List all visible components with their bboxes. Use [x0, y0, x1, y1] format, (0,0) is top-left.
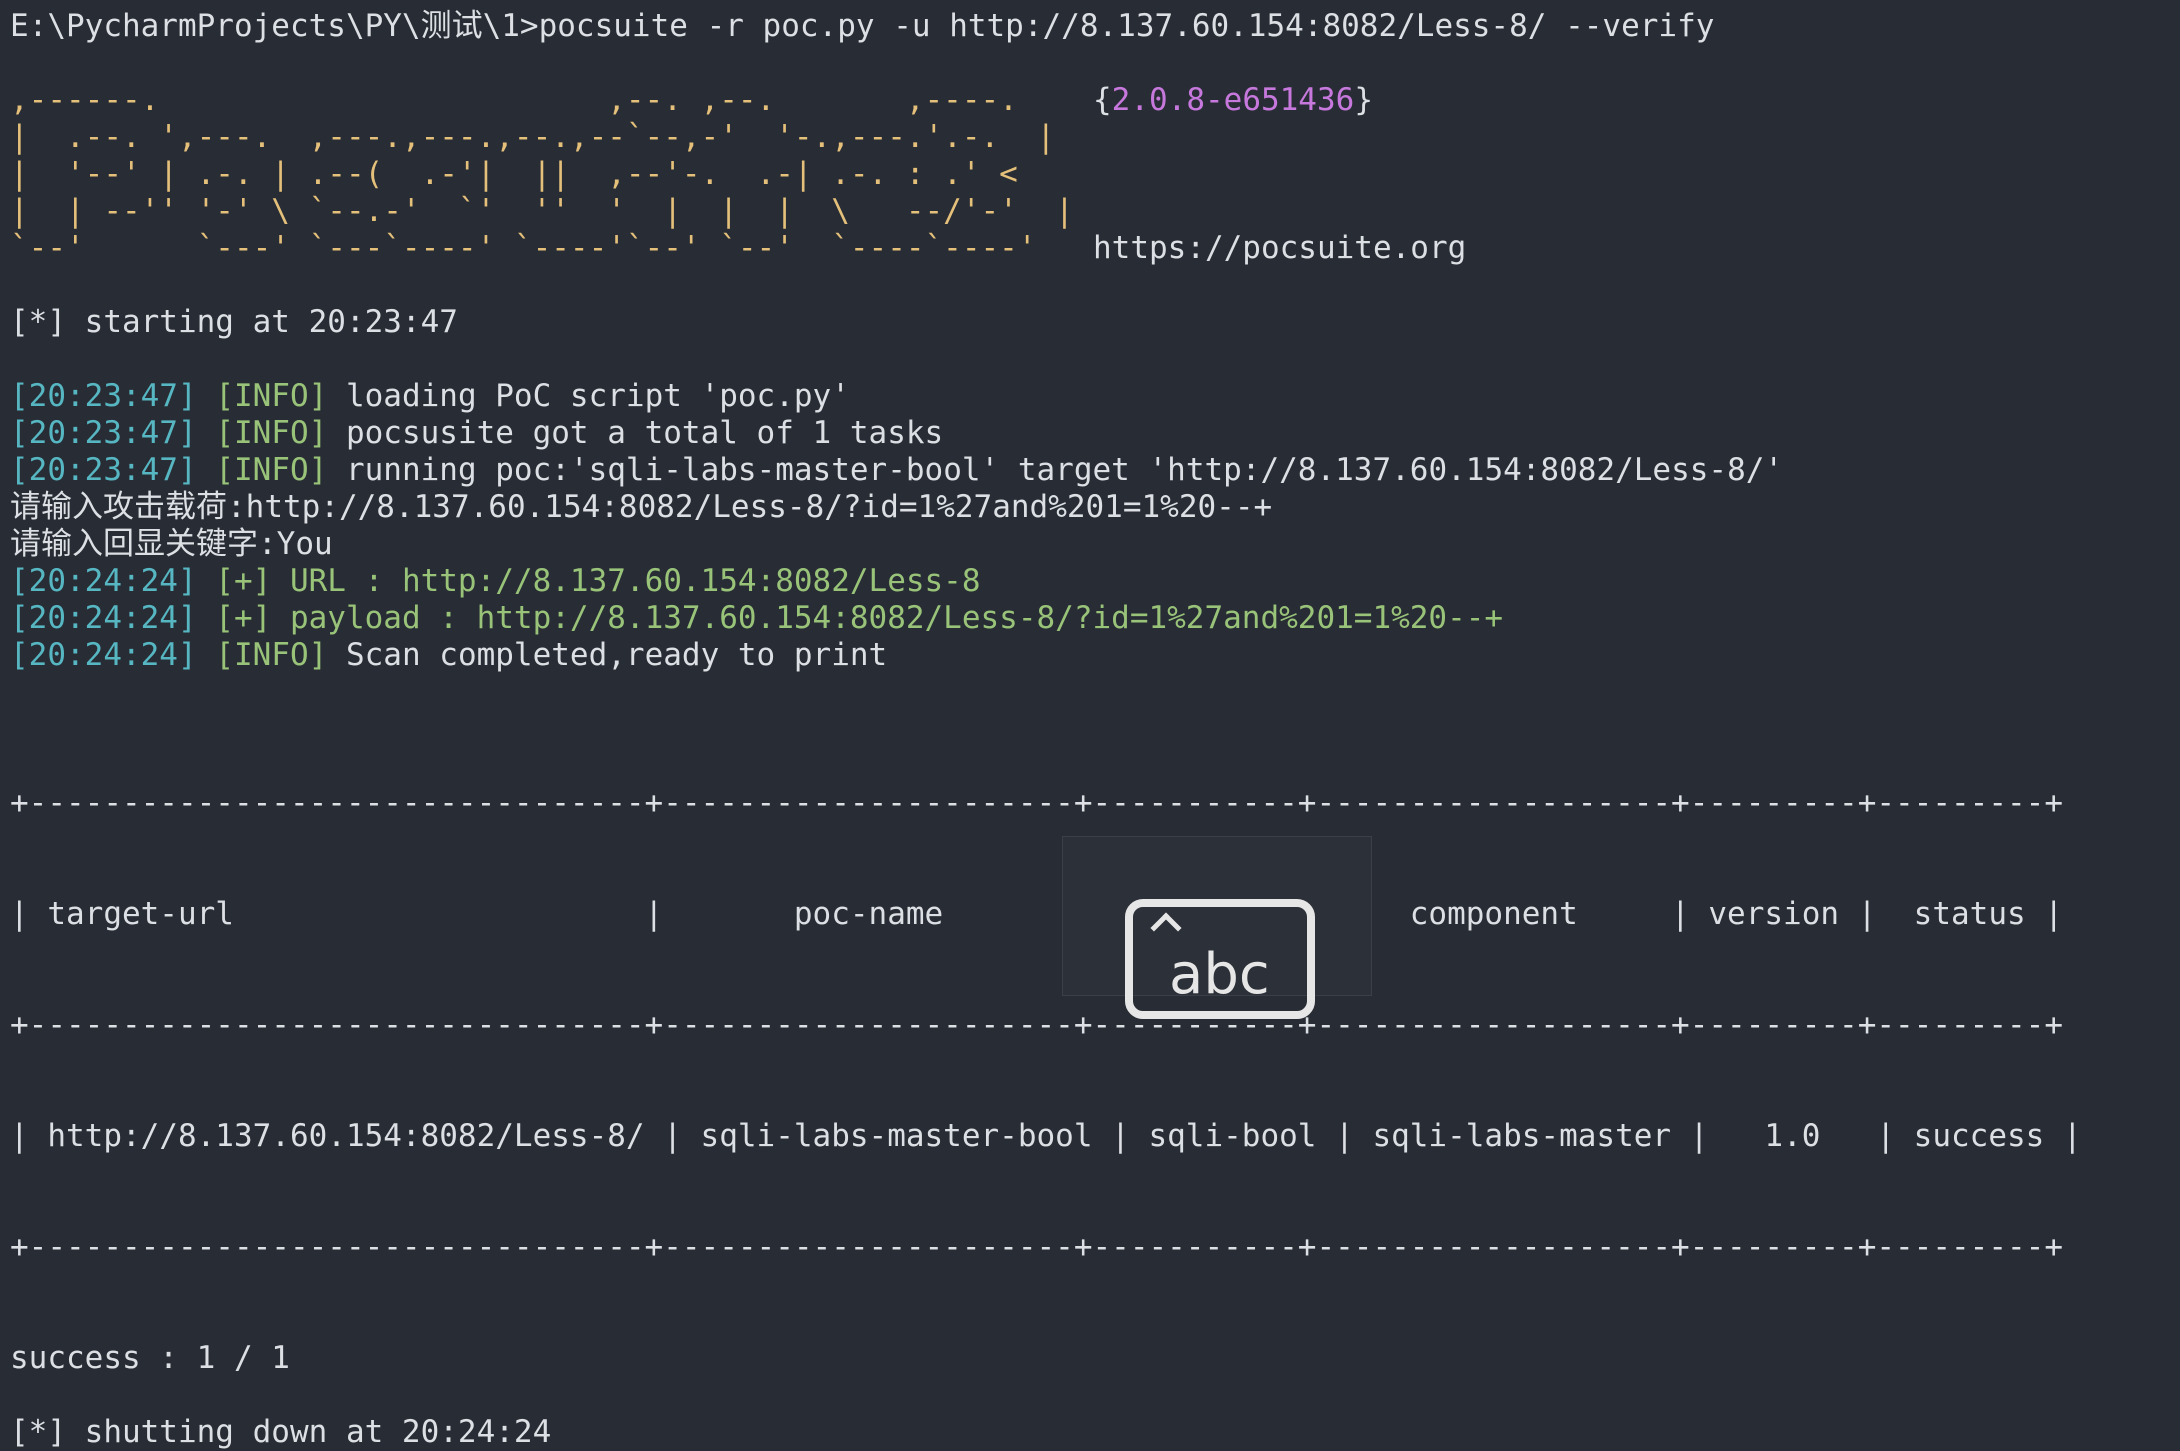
log-message: loading PoC script 'poc.py': [327, 378, 850, 414]
keyword-input-line: 请输入回显关键字:You: [10, 526, 333, 562]
result-text: [+] URL : http://8.137.60.154:8082/Less-…: [196, 563, 981, 599]
success-summary: success : 1 / 1: [10, 1340, 290, 1376]
log-message: Scan completed,ready to print: [327, 637, 888, 673]
log-level: [INFO]: [215, 378, 328, 414]
log-level: [INFO]: [215, 452, 328, 488]
table-border: +---------------------------------+-----…: [10, 1229, 2063, 1265]
result-timestamp: [20:24:24]: [10, 600, 197, 636]
starting-line: [*] starting at 20:23:47: [10, 304, 458, 340]
log-line: [20:23:47] [INFO] pocsusite got a total …: [10, 415, 2180, 452]
log-level: [INFO]: [215, 415, 328, 451]
log-message: running poc:'sqli-labs-master-bool' targ…: [327, 452, 1784, 488]
log-line: [20:23:47] [INFO] loading PoC script 'po…: [10, 378, 2180, 415]
log-line: [20:23:47] [INFO] running poc:'sqli-labs…: [10, 452, 2180, 489]
log-timestamp: [20:23:47]: [10, 452, 197, 488]
log-message: pocsusite got a total of 1 tasks: [327, 415, 944, 451]
result-timestamp: [20:24:24]: [10, 563, 197, 599]
log-timestamp: [20:23:47]: [10, 378, 197, 414]
log-timestamp: [20:24:24]: [10, 637, 197, 673]
table-border: +---------------------------------+-----…: [10, 785, 2063, 821]
results-table: +---------------------------------+-----…: [10, 711, 2180, 1340]
result-line: [20:24:24] [+] payload : http://8.137.60…: [10, 600, 2180, 637]
pocsuite-banner: ,------. ,--. ,--. ,----. | .--. ',---. …: [10, 82, 2180, 304]
result-text: [+] payload : http://8.137.60.154:8082/L…: [196, 600, 1504, 636]
ime-mode-label: abc: [1169, 942, 1270, 1007]
banner-version: {2.0.8-e651436}: [1093, 82, 1373, 118]
result-line: [20:24:24] [+] URL : http://8.137.60.154…: [10, 563, 2180, 600]
command-line: E:\PycharmProjects\PY\测试\1>pocsuite -r p…: [10, 8, 2180, 45]
log-timestamp: [20:23:47]: [10, 415, 197, 451]
keyboard-mode-icon[interactable]: abc: [1125, 899, 1315, 1019]
caret-up-icon: [1150, 912, 1182, 944]
version-number: 2.0.8-e651436: [1111, 82, 1355, 118]
log-level: [INFO]: [215, 637, 328, 673]
table-row: | http://8.137.60.154:8082/Less-8/ | sql…: [10, 1118, 2082, 1154]
ime-indicator[interactable]: abc: [1062, 836, 1372, 1019]
payload-input-line: 请输入攻击载荷:http://8.137.60.154:8082/Less-8/…: [10, 489, 1273, 525]
shutdown-line: [*] shutting down at 20:24:24: [10, 1414, 552, 1450]
banner-ascii-logo: ,------. ,--. ,--. ,----. | .--. ',---. …: [10, 82, 1074, 266]
banner-url: https://pocsuite.org: [1093, 230, 1467, 266]
table-border: +---------------------------------+-----…: [10, 1007, 2063, 1043]
scan-completed-line: [20:24:24] [INFO] Scan completed,ready t…: [10, 637, 2180, 674]
prompt: E:\PycharmProjects\PY\测试\1>: [10, 8, 539, 44]
command-text: pocsuite -r poc.py -u http://8.137.60.15…: [538, 8, 1715, 44]
